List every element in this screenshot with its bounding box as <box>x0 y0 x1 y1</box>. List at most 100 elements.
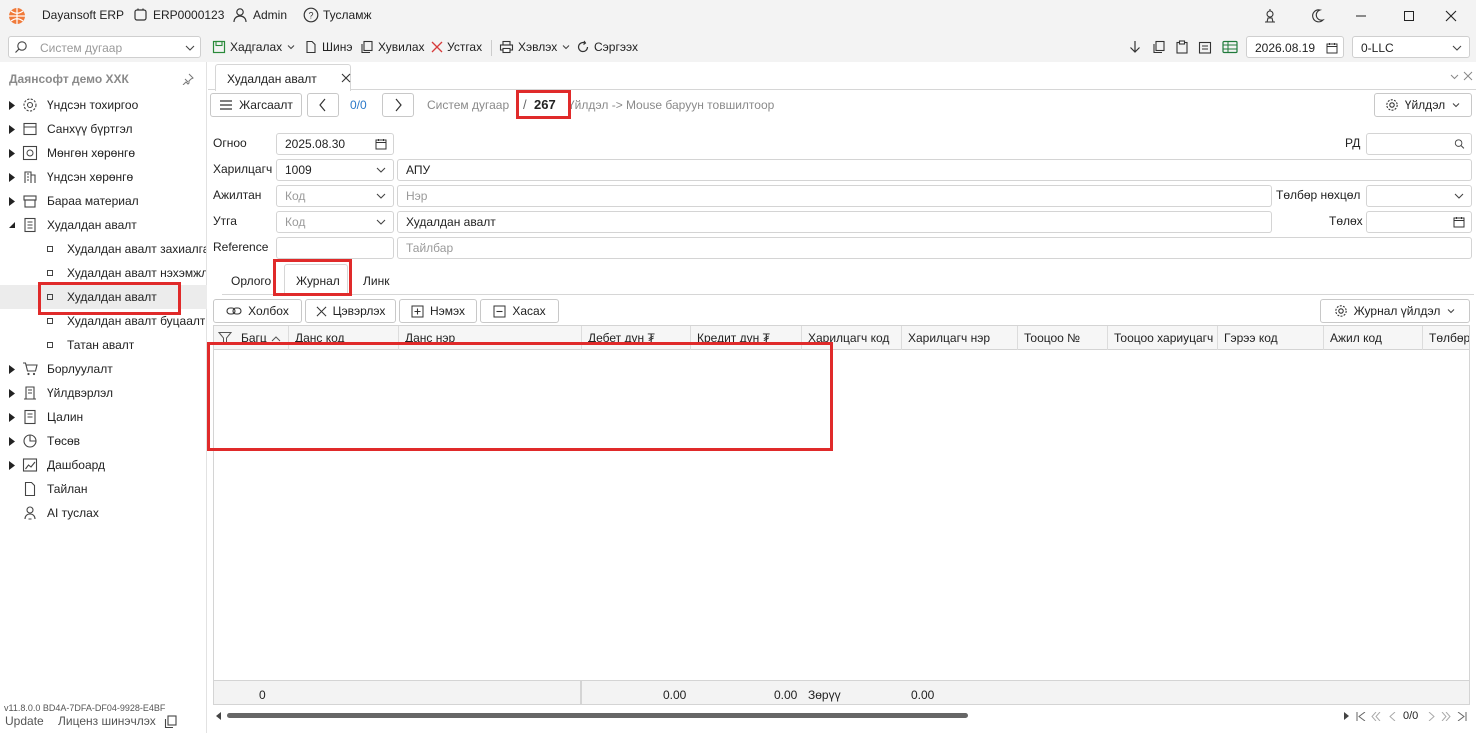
column-header-11[interactable]: Төлбөр <box>1423 326 1469 350</box>
tab-link[interactable]: Линк <box>363 274 389 288</box>
expand-arrow-icon[interactable] <box>7 171 17 183</box>
reference-field[interactable] <box>276 237 394 259</box>
filter-icon[interactable] <box>218 331 232 345</box>
user-icon[interactable] <box>232 6 248 24</box>
copy-license-icon[interactable] <box>163 714 177 730</box>
sidebar-item-11[interactable]: Борлуулалт <box>0 357 207 381</box>
add-button[interactable]: Нэмэх <box>399 299 477 323</box>
download-icon[interactable] <box>1127 39 1143 55</box>
sidebar-item-10[interactable]: Татан авалт <box>0 333 207 357</box>
action-button[interactable]: Үйлдэл <box>1374 93 1472 117</box>
list-button[interactable]: Жагсаалт <box>210 93 302 117</box>
prev-page-icon[interactable] <box>1370 710 1382 722</box>
copy-icon[interactable] <box>1151 39 1167 55</box>
employee-code-field[interactable]: Код <box>276 185 394 207</box>
refresh-button[interactable]: Сэргээх <box>572 35 642 59</box>
delete-button[interactable]: Устгах <box>427 35 486 59</box>
payment-terms-select[interactable] <box>1366 185 1472 207</box>
license-link[interactable]: Лиценз шинэчлэх <box>58 714 156 728</box>
system-number-search[interactable]: Систем дугаар <box>8 36 201 58</box>
pin-icon[interactable] <box>181 72 195 86</box>
date-picker[interactable]: 2026.08.19 <box>1246 36 1344 58</box>
column-header-4[interactable]: Кредит дүн ₮ <box>691 326 802 350</box>
user-name[interactable]: Admin <box>253 8 287 22</box>
first-page-icon[interactable] <box>1355 710 1367 722</box>
column-header-9[interactable]: Гэрээ код <box>1218 326 1324 350</box>
pay-date-field[interactable] <box>1366 211 1472 233</box>
close-all-icon[interactable] <box>1462 70 1474 82</box>
prev-icon[interactable] <box>1386 710 1398 722</box>
column-header-3[interactable]: Дебет дүн ₮ <box>582 326 691 350</box>
rd-field[interactable] <box>1366 133 1472 155</box>
description-code-field[interactable]: Код <box>276 211 394 233</box>
link-button[interactable]: Холбох <box>213 299 302 323</box>
expand-arrow-icon[interactable] <box>7 411 17 423</box>
scroll-left-icon[interactable] <box>214 710 224 722</box>
note-field[interactable]: Тайлбар <box>397 237 1472 259</box>
clipboard-icon[interactable] <box>1197 39 1213 55</box>
column-header-1[interactable]: Данс код <box>289 326 399 350</box>
column-header-10[interactable]: Ажил код <box>1324 326 1423 350</box>
sidebar-item-6[interactable]: Худалдан авалт захиалга <box>0 237 207 261</box>
sidebar-item-15[interactable]: Дашбоард <box>0 453 207 477</box>
sidebar-item-5[interactable]: Худалдан авалт <box>0 213 207 237</box>
remove-button[interactable]: Хасах <box>480 299 559 323</box>
sidebar-item-8[interactable]: Худалдан авалт <box>0 285 207 309</box>
update-link[interactable]: Update <box>5 714 44 728</box>
sidebar-item-4[interactable]: Бараа материал <box>0 189 207 213</box>
save-button[interactable]: Хадгалах <box>208 35 300 59</box>
expand-arrow-icon[interactable] <box>7 123 17 135</box>
sidebar-item-13[interactable]: Цалин <box>0 405 207 429</box>
sidebar-item-7[interactable]: Худалдан авалт нэхэмжлэх <box>0 261 207 285</box>
excel-icon[interactable] <box>1221 39 1239 55</box>
grid-body[interactable] <box>214 350 1469 680</box>
sidebar-item-17[interactable]: AI туслах <box>0 501 207 525</box>
last-page-icon[interactable] <box>1456 710 1468 722</box>
assistant-icon[interactable] <box>1262 7 1278 25</box>
column-header-8[interactable]: Тооцоо хариуцагч <box>1108 326 1218 350</box>
horizontal-scrollbar[interactable] <box>227 713 968 718</box>
sidebar-item-0[interactable]: Үндсэн тохиргоо <box>0 93 207 117</box>
expand-arrow-icon[interactable] <box>7 99 17 111</box>
calendar-icon[interactable] <box>1325 41 1338 54</box>
close-icon[interactable] <box>1443 8 1459 24</box>
copy-button[interactable]: Хувилах <box>356 35 429 59</box>
sidebar-item-2[interactable]: Мөнгөн хөрөнгө <box>0 141 207 165</box>
next-record-button[interactable] <box>382 93 414 117</box>
new-button[interactable]: Шинэ <box>300 35 356 59</box>
employee-name-field[interactable]: Нэр <box>397 185 1272 207</box>
expand-arrow-icon[interactable] <box>7 147 17 159</box>
maximize-icon[interactable] <box>1401 8 1417 24</box>
company-select[interactable]: 0-LLC <box>1352 36 1470 58</box>
date-field[interactable]: 2025.08.30 <box>276 133 394 155</box>
sidebar-item-16[interactable]: Тайлан <box>0 477 207 501</box>
column-header-7[interactable]: Тооцоо № <box>1018 326 1108 350</box>
minimize-icon[interactable] <box>1353 8 1369 24</box>
partner-name-field[interactable]: АПУ <box>397 159 1472 181</box>
journal-action-button[interactable]: Журнал үйлдэл <box>1320 299 1470 323</box>
column-header-2[interactable]: Данс нэр <box>399 326 582 350</box>
help-icon[interactable]: ? <box>302 6 319 24</box>
expand-arrow-icon[interactable] <box>7 459 17 471</box>
next-page-icon[interactable] <box>1440 710 1452 722</box>
chevron-down-icon[interactable] <box>1451 42 1463 54</box>
prev-record-button[interactable] <box>307 93 339 117</box>
sidebar-item-12[interactable]: Үйлдвэрлэл <box>0 381 207 405</box>
paste-icon[interactable] <box>1174 39 1190 55</box>
chevron-down-icon[interactable] <box>1448 70 1460 82</box>
help-label[interactable]: Тусламж <box>323 8 371 22</box>
expand-arrow-icon[interactable] <box>7 195 17 207</box>
expand-arrow-icon[interactable] <box>7 363 17 375</box>
chevron-down-icon[interactable] <box>184 42 196 54</box>
tab-purchase[interactable]: Худалдан авалт <box>215 64 351 91</box>
expand-arrow-icon[interactable] <box>7 435 17 447</box>
column-header-6[interactable]: Харилцагч нэр <box>902 326 1018 350</box>
column-header-5[interactable]: Харилцагч код <box>802 326 902 350</box>
next-icon[interactable] <box>1425 710 1437 722</box>
description-field[interactable]: Худалдан авалт <box>397 211 1272 233</box>
tab-journal[interactable]: Журнал <box>284 264 348 295</box>
sidebar-item-14[interactable]: Төсөв <box>0 429 207 453</box>
clear-button[interactable]: Цэвэрлэх <box>305 299 396 323</box>
partner-code-field[interactable]: 1009 <box>276 159 394 181</box>
sidebar-item-3[interactable]: Үндсэн хөрөнгө <box>0 165 207 189</box>
